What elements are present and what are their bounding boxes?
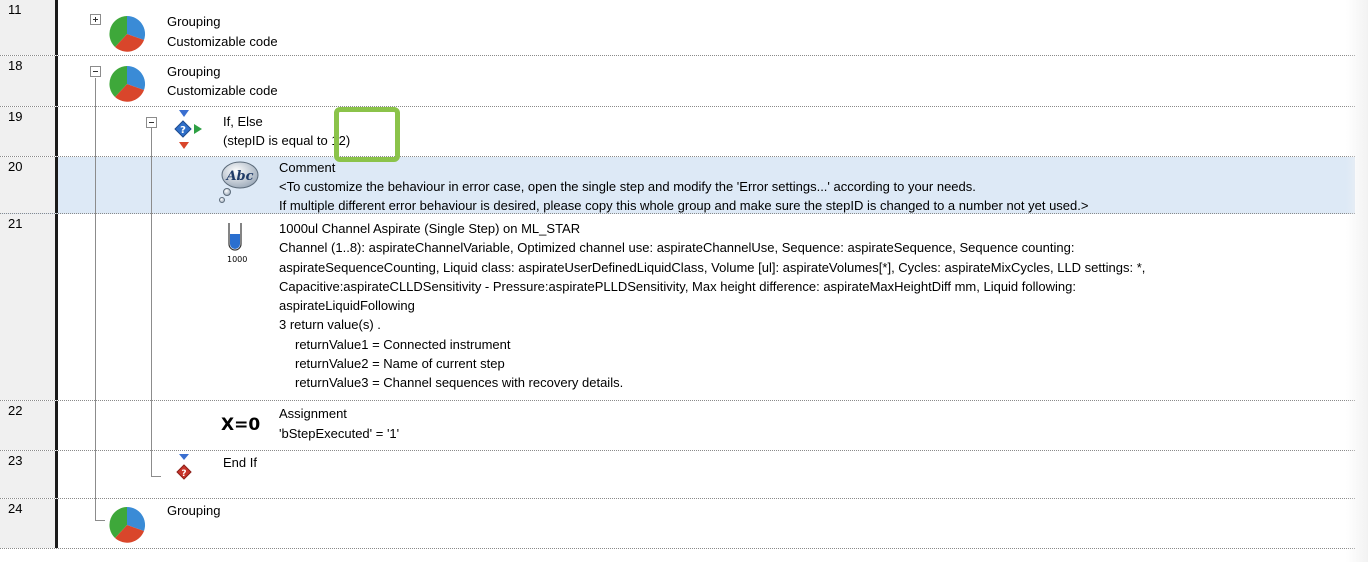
step-title: If, Else bbox=[223, 114, 263, 129]
volume-label: 1000 bbox=[227, 255, 248, 264]
svg-text:?: ? bbox=[180, 125, 186, 136]
step-title: Assignment bbox=[279, 406, 347, 421]
step-title: 1000ul Channel Aspirate (Single Step) on… bbox=[279, 221, 581, 236]
step-subtitle: Customizable code bbox=[167, 34, 278, 49]
expand-toggle[interactable] bbox=[90, 14, 101, 25]
step-title: End If bbox=[223, 455, 257, 470]
grouping-pie-icon bbox=[109, 15, 146, 52]
line-number: 24 bbox=[0, 499, 58, 548]
line-number: 21 bbox=[0, 214, 58, 400]
step-row-19[interactable]: 19 ? If, Else (stepID is equal to 12) bbox=[0, 107, 1355, 157]
svg-text:?: ? bbox=[181, 469, 186, 479]
step-row-20[interactable]: 20 Abc Comment <To customize the behavio… bbox=[0, 157, 1355, 214]
step-detail: Capacitive:aspirateCLLDSensitivity - Pre… bbox=[279, 279, 1076, 294]
return-value: returnValue1 = Connected instrument bbox=[295, 337, 511, 352]
return-value: returnValue2 = Name of current step bbox=[295, 356, 505, 371]
end-if-diamond-icon: ? bbox=[176, 454, 192, 480]
comment-line: <To customize the behaviour in error cas… bbox=[279, 179, 976, 194]
step-row-24[interactable]: 24 Grouping bbox=[0, 499, 1355, 549]
step-title: Comment bbox=[279, 160, 336, 175]
line-number: 20 bbox=[0, 157, 58, 213]
line-number: 22 bbox=[0, 401, 58, 450]
grouping-pie-icon bbox=[109, 65, 146, 102]
svg-text:Abc: Abc bbox=[224, 169, 253, 184]
comment-line: If multiple different error behaviour is… bbox=[279, 198, 1089, 213]
line-number: 19 bbox=[0, 107, 58, 156]
step-row-11[interactable]: 11 Grouping Customizable code bbox=[0, 0, 1355, 56]
line-number: 23 bbox=[0, 451, 58, 498]
abc-comment-icon: Abc bbox=[219, 161, 259, 203]
annotation-highlight bbox=[334, 107, 400, 162]
collapse-toggle[interactable] bbox=[90, 66, 101, 77]
collapse-toggle[interactable] bbox=[146, 117, 157, 128]
method-editor: 11 Grouping Customizable code 18 Groupin… bbox=[0, 0, 1368, 562]
tree-line bbox=[151, 128, 152, 476]
tree-line bbox=[95, 520, 105, 521]
assignment-x0-icon: X=0 bbox=[221, 415, 261, 435]
step-detail: 3 return value(s) . bbox=[279, 317, 381, 332]
tree-line bbox=[95, 78, 96, 520]
step-subtitle: Customizable code bbox=[167, 83, 278, 98]
step-title: Grouping bbox=[167, 64, 221, 79]
scroll-edge bbox=[1346, 0, 1368, 562]
pipette-tip-icon bbox=[228, 223, 242, 251]
grouping-pie-icon bbox=[109, 506, 146, 543]
line-number: 18 bbox=[0, 56, 58, 106]
return-value: returnValue3 = Channel sequences with re… bbox=[295, 375, 624, 390]
step-condition: (stepID is equal to 12) bbox=[223, 133, 351, 148]
step-title: Grouping bbox=[167, 14, 221, 29]
step-detail: aspirateLiquidFollowing bbox=[279, 298, 415, 313]
tree-line bbox=[151, 476, 161, 477]
step-row-23[interactable]: 23 ? End If bbox=[0, 451, 1355, 499]
step-row-18[interactable]: 18 Grouping Customizable code bbox=[0, 56, 1355, 107]
step-detail: 'bStepExecuted' = '1' bbox=[279, 426, 400, 441]
line-number: 11 bbox=[0, 0, 58, 55]
step-row-22[interactable]: 22 X=0 Assignment 'bStepExecuted' = '1' bbox=[0, 401, 1355, 451]
step-title: Grouping bbox=[167, 503, 221, 518]
step-detail: aspirateSequenceCounting, Liquid class: … bbox=[279, 260, 1146, 275]
step-detail: Channel (1..8): aspirateChannelVariable,… bbox=[279, 240, 1075, 255]
if-else-diamond-icon: ? bbox=[174, 110, 202, 149]
step-row-21[interactable]: 21 1000 1000ul Channel Aspirate (Single … bbox=[0, 214, 1355, 401]
